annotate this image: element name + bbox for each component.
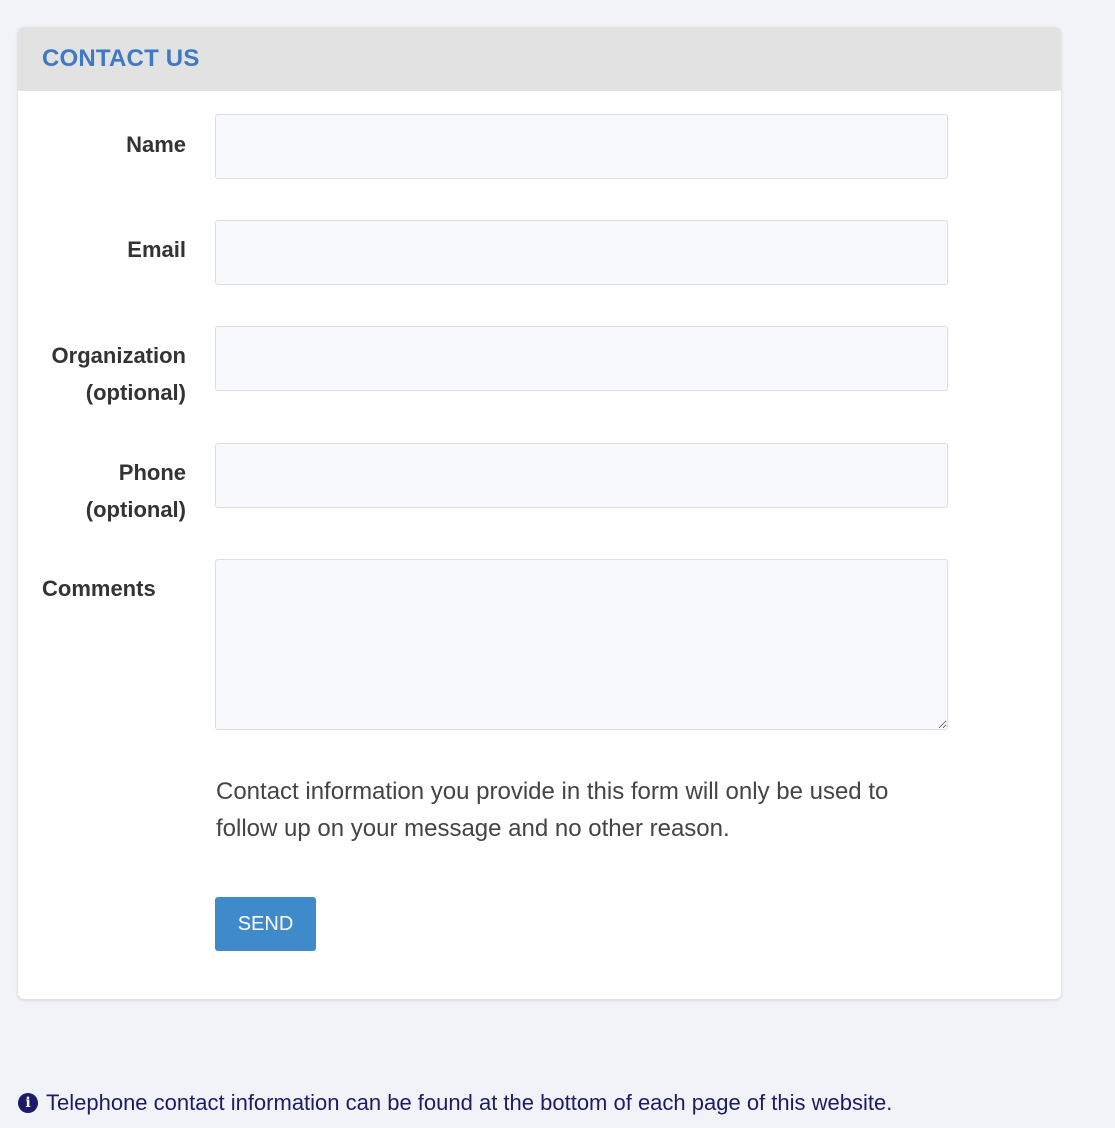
- organization-label-line2: (optional): [85, 380, 186, 405]
- info-icon: i: [18, 1093, 38, 1113]
- comments-field[interactable]: [215, 559, 948, 730]
- phone-label-line2: (optional): [85, 497, 186, 522]
- phone-field[interactable]: [215, 443, 948, 508]
- contact-panel: CONTACT US Name Email Organization (opti…: [18, 27, 1061, 999]
- email-field[interactable]: [215, 220, 948, 285]
- panel-header: CONTACT US: [18, 27, 1061, 91]
- organization-field[interactable]: [215, 326, 948, 391]
- privacy-notice: Contact information you provide in this …: [216, 778, 889, 842]
- footer-note: i Telephone contact information can be f…: [18, 1090, 892, 1116]
- phone-label: Phone (optional): [18, 454, 186, 528]
- comments-label: Comments: [42, 570, 202, 607]
- email-label-text: Email: [127, 237, 186, 262]
- name-label: Name: [18, 126, 186, 163]
- email-label: Email: [18, 231, 186, 268]
- name-label-text: Name: [126, 132, 186, 157]
- name-field[interactable]: [215, 114, 948, 179]
- comments-label-text: Comments: [42, 576, 156, 601]
- phone-label-line1: Phone: [118, 460, 186, 485]
- footer-note-text: Telephone contact information can be fou…: [46, 1090, 893, 1115]
- send-button[interactable]: SEND: [215, 897, 316, 951]
- organization-label: Organization (optional): [18, 337, 186, 411]
- panel-title: CONTACT US: [42, 45, 200, 72]
- organization-label-line1: Organization: [51, 343, 186, 368]
